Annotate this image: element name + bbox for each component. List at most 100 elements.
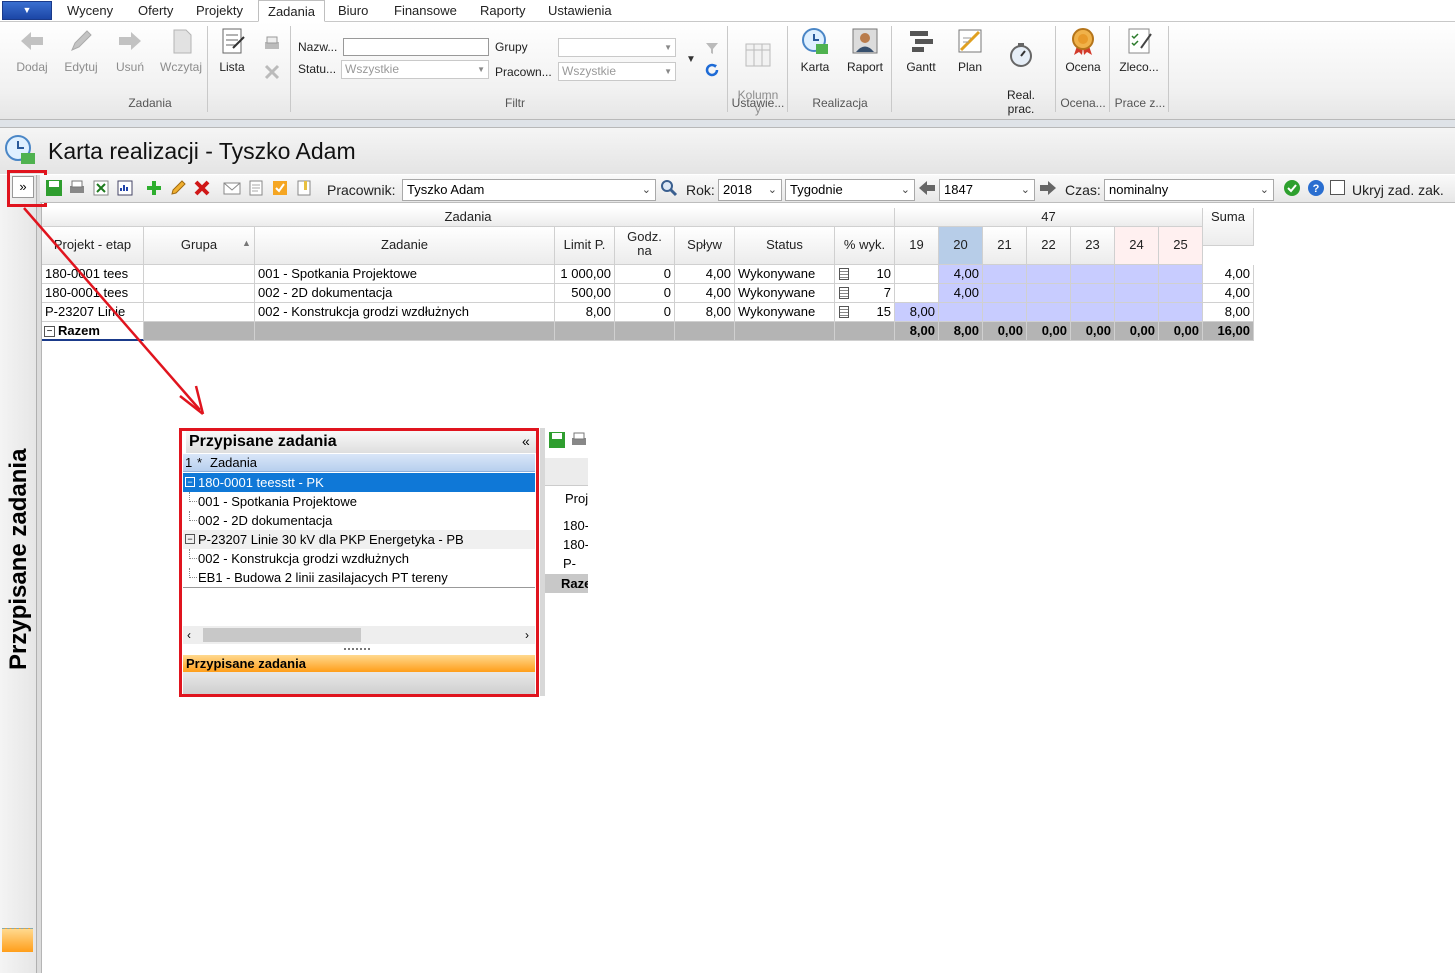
- calculator-icon[interactable]: [839, 306, 849, 318]
- wczytaj-button[interactable]: Wczytaj: [155, 26, 207, 86]
- collapse-icon[interactable]: −: [44, 326, 55, 337]
- cell-projekt[interactable]: P-23207 Linie: [42, 303, 144, 322]
- week-select[interactable]: 1847 ⌄: [939, 179, 1035, 201]
- cell-status[interactable]: Wykonywane: [735, 303, 835, 322]
- pracownik-select[interactable]: Tyszko Adam ⌄: [402, 179, 656, 201]
- tab-finansowe[interactable]: Finansowe: [385, 0, 466, 22]
- cell-projekt[interactable]: 180-0001 tees: [42, 265, 144, 284]
- add-icon[interactable]: [145, 179, 163, 197]
- zleco-button[interactable]: Zleco...: [1114, 26, 1164, 86]
- day-cell[interactable]: [1159, 303, 1203, 322]
- filter-icon[interactable]: [704, 40, 720, 56]
- rok-select[interactable]: 2018 ⌄: [718, 179, 782, 201]
- edytuj-button[interactable]: Edytuj: [58, 26, 104, 86]
- kolumny-button[interactable]: Kolumn y: [733, 26, 783, 116]
- report-icon[interactable]: [116, 179, 134, 197]
- day-cell[interactable]: [1159, 265, 1203, 284]
- day-cell[interactable]: [1027, 284, 1071, 303]
- next-arrow-icon[interactable]: [1038, 178, 1058, 198]
- more-dropdown-icon[interactable]: ▼: [686, 54, 696, 65]
- cell-zadanie[interactable]: 002 - 2D dokumentacja: [255, 284, 555, 303]
- tab-zadania[interactable]: Zadania: [258, 0, 325, 22]
- check-icon[interactable]: [271, 179, 289, 197]
- tab-biuro[interactable]: Biuro: [329, 0, 377, 22]
- day-header[interactable]: 25: [1159, 227, 1203, 265]
- dodaj-button[interactable]: Dodaj: [10, 26, 54, 86]
- day-header[interactable]: 19: [895, 227, 939, 265]
- day-header[interactable]: 23: [1071, 227, 1115, 265]
- nazwa-input[interactable]: [343, 38, 489, 56]
- save-icon[interactable]: [45, 179, 63, 197]
- day-cell[interactable]: [983, 284, 1027, 303]
- column-header[interactable]: Limit P.: [555, 227, 615, 265]
- pracownik-filter-select[interactable]: Wszystkie ▼: [558, 62, 676, 81]
- tab-ustawienia[interactable]: Ustawienia: [539, 0, 621, 22]
- print-icon[interactable]: [68, 179, 86, 197]
- day-header[interactable]: 20: [939, 227, 983, 265]
- cell-godz[interactable]: 0: [615, 303, 675, 322]
- side-panel-tab[interactable]: [2, 928, 33, 952]
- ok-icon[interactable]: [1283, 179, 1301, 197]
- refresh-icon[interactable]: [704, 62, 720, 78]
- excel-icon[interactable]: [92, 179, 110, 197]
- day-cell[interactable]: 4,00: [939, 265, 983, 284]
- day-cell[interactable]: [939, 303, 983, 322]
- raport-button[interactable]: Raport: [842, 26, 888, 86]
- czas-select[interactable]: nominalny ⌄: [1104, 179, 1274, 201]
- real-prac-button[interactable]: Real. prac.: [1000, 26, 1042, 116]
- column-header[interactable]: Grupa: [144, 227, 255, 265]
- edit-icon[interactable]: [169, 179, 187, 197]
- day-cell[interactable]: [1115, 284, 1159, 303]
- gantt-button[interactable]: Gantt: [900, 26, 942, 86]
- cell-status[interactable]: Wykonywane: [735, 265, 835, 284]
- cell-splyw[interactable]: 4,00: [675, 284, 735, 303]
- cell-limit[interactable]: 8,00: [555, 303, 615, 322]
- day-cell[interactable]: [1071, 303, 1115, 322]
- period-select[interactable]: Tygodnie ⌄: [785, 179, 915, 201]
- prev-arrow-icon[interactable]: [917, 178, 937, 198]
- cell-godz[interactable]: 0: [615, 265, 675, 284]
- cell-grupa[interactable]: [144, 265, 255, 284]
- status-select[interactable]: Wszystkie ▼: [341, 60, 489, 79]
- tab-raporty[interactable]: Raporty: [471, 0, 535, 22]
- cell-godz[interactable]: 0: [615, 284, 675, 303]
- cell-grupa[interactable]: [144, 303, 255, 322]
- cell-zadanie[interactable]: 002 - Konstrukcja grodzi wzdłużnych: [255, 303, 555, 322]
- clear-filter-icon[interactable]: [262, 62, 282, 82]
- grupy-select[interactable]: ▼: [558, 38, 676, 57]
- day-cell[interactable]: [983, 303, 1027, 322]
- column-header[interactable]: Zadanie: [255, 227, 555, 265]
- karta-button[interactable]: Karta: [795, 26, 835, 86]
- day-cell[interactable]: 8,00: [895, 303, 939, 322]
- column-header[interactable]: Status: [735, 227, 835, 265]
- cell-grupa[interactable]: [144, 284, 255, 303]
- day-header[interactable]: 22: [1027, 227, 1071, 265]
- document-icon[interactable]: [295, 179, 313, 197]
- plan-button[interactable]: Plan: [950, 26, 990, 86]
- print-icon[interactable]: [262, 34, 282, 54]
- hide-completed-checkbox[interactable]: [1330, 180, 1345, 195]
- day-cell[interactable]: [1027, 265, 1071, 284]
- day-cell[interactable]: 4,00: [939, 284, 983, 303]
- calculator-icon[interactable]: [839, 268, 849, 280]
- cell-limit[interactable]: 500,00: [555, 284, 615, 303]
- column-header[interactable]: Projekt - etap: [42, 227, 144, 265]
- calculator-icon[interactable]: [839, 287, 849, 299]
- app-menu-button[interactable]: ▼: [2, 1, 52, 20]
- total-label[interactable]: Razem: [42, 322, 144, 341]
- day-cell[interactable]: [1159, 284, 1203, 303]
- cell-status[interactable]: Wykonywane: [735, 284, 835, 303]
- day-cell[interactable]: [1115, 303, 1159, 322]
- mail-icon[interactable]: [223, 179, 241, 197]
- day-cell[interactable]: [1071, 265, 1115, 284]
- delete-icon[interactable]: [193, 179, 211, 197]
- cell-splyw[interactable]: 4,00: [675, 265, 735, 284]
- lista-button[interactable]: Lista: [212, 26, 252, 86]
- cell-limit[interactable]: 1 000,00: [555, 265, 615, 284]
- tab-oferty[interactable]: Oferty: [129, 0, 182, 22]
- day-header[interactable]: 24: [1115, 227, 1159, 265]
- day-header[interactable]: 21: [983, 227, 1027, 265]
- column-header[interactable]: Spływ: [675, 227, 735, 265]
- ocena-button[interactable]: Ocena: [1060, 26, 1106, 86]
- day-cell[interactable]: [895, 284, 939, 303]
